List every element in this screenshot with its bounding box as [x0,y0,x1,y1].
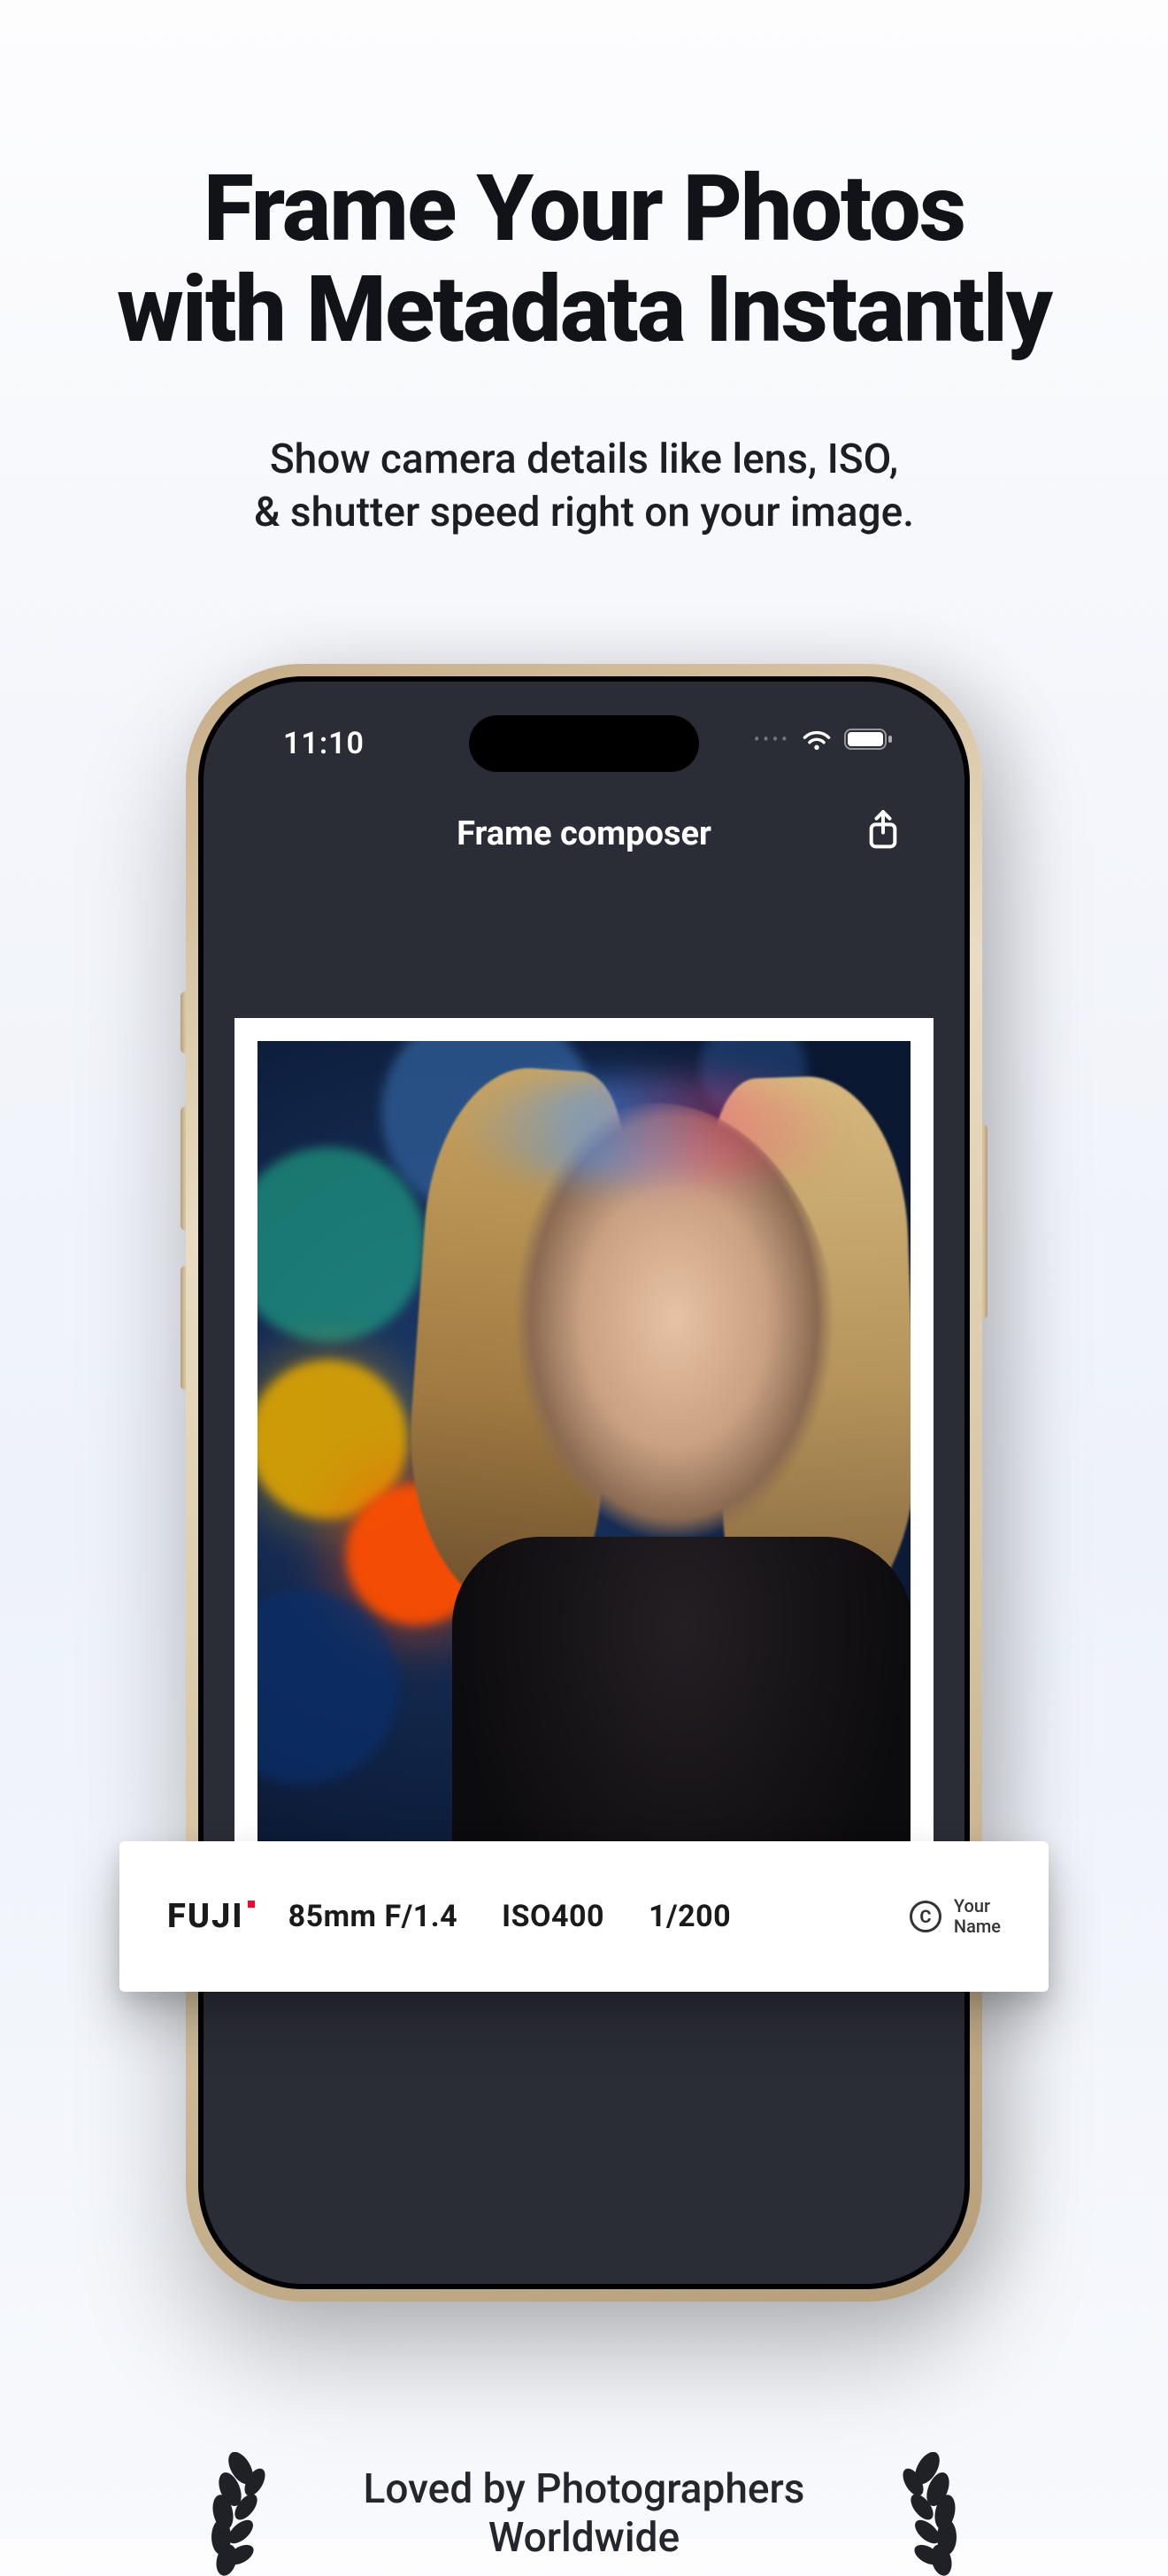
copyright-line1: Your [954,1896,1001,1917]
status-time: 11:10 [283,726,365,761]
laurel-banner: Loved by Photographers Worldwide [195,2452,973,2576]
hero-subtitle-line2: & shutter speed right on your image. [254,489,914,536]
iso-value: ISO400 [502,1899,604,1934]
battery-icon [844,728,894,751]
camera-brand: FUJI [167,1897,244,1936]
shutter-value: 1/200 [649,1899,731,1934]
hero-subtitle: Show camera details like lens, ISO, & sh… [0,434,1168,540]
hero-title: Frame Your Photos with Metadata Instantl… [0,159,1168,362]
share-icon [865,809,901,852]
navigation-bar: Frame composer [204,806,964,868]
hero-title-line2: with Metadata Instantly [117,257,1051,364]
phone-screen: 11:10 •••• [204,682,964,2284]
share-button[interactable] [865,809,908,852]
photo-image [257,1041,911,1969]
status-bar: 11:10 •••• [204,721,964,768]
phone-mockup: 11:10 •••• [186,664,982,2302]
wifi-icon [802,728,832,751]
cellular-icon: •••• [754,730,789,749]
lens-value: 85mm F/1.4 [288,1899,458,1934]
page-title: Frame composer [457,814,711,853]
metadata-strip: FUJI 85mm F/1.4 ISO400 1/200 C Your Name [119,1841,1049,1992]
hero-subtitle-line1: Show camera details like lens, ISO, [270,436,898,483]
laurel-left-icon [195,2452,265,2576]
footer-line1: Loved by Photographers [364,2465,805,2513]
copyright-line2: Name [954,1917,1001,1937]
footer-line2: Worldwide [488,2514,680,2562]
copyright: C Your Name [910,1896,1001,1937]
copyright-icon: C [910,1901,941,1932]
laurel-right-icon [903,2452,973,2576]
hero-title-line1: Frame Your Photos [204,156,964,263]
